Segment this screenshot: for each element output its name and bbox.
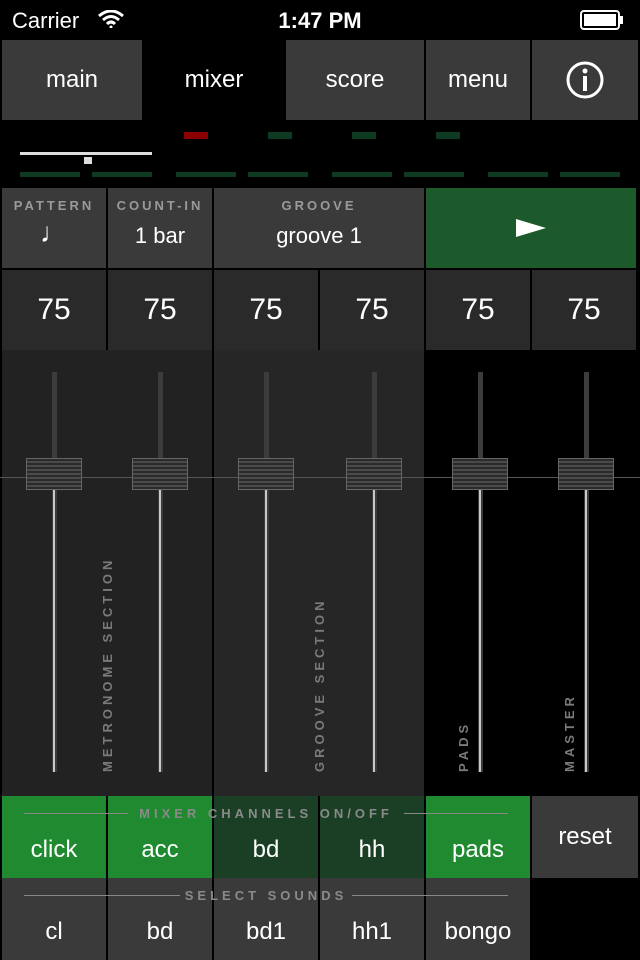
channel-toggle-click[interactable]: click — [2, 796, 106, 878]
meter-segment — [92, 172, 152, 177]
battery-icon — [580, 10, 623, 30]
tab-score[interactable]: score — [286, 40, 424, 120]
tab-main-label: main — [45, 66, 99, 93]
reset-button[interactable]: reset — [532, 796, 638, 878]
caption-divider — [404, 813, 508, 814]
pattern-caption: PATTERN — [13, 198, 95, 213]
sound-select-label: bd1 — [245, 918, 287, 945]
sound-select-label: bongo — [444, 918, 512, 945]
count-in-selector[interactable]: COUNT-IN 1 bar — [108, 188, 212, 268]
position-slider-thumb[interactable] — [84, 157, 92, 164]
fader-fill-master — [585, 490, 587, 772]
select-sounds-caption: SELECT SOUNDS — [184, 888, 348, 903]
pattern-selector[interactable]: PATTERN ♩ — [2, 188, 106, 268]
meter-segment — [176, 172, 236, 177]
caption-divider — [24, 895, 180, 896]
beat-indicator — [268, 132, 292, 139]
sound-select-bongo[interactable]: bongo — [426, 878, 530, 960]
beat-indicator — [436, 132, 460, 139]
meter-segment — [404, 172, 464, 177]
unity-line — [0, 477, 640, 478]
master-label: MASTER — [562, 693, 577, 772]
count-in-value: 1 bar — [134, 223, 186, 248]
fader-fill-click — [53, 490, 55, 772]
meter-segment — [332, 172, 392, 177]
fader-fill-acc — [159, 490, 161, 772]
sound-select-label: bd — [146, 918, 174, 945]
pads-label: PADS — [456, 720, 471, 772]
channel-toggle-label: click — [30, 836, 78, 863]
fader-knob-hh[interactable] — [346, 458, 402, 490]
play-icon — [516, 219, 546, 237]
info-button[interactable] — [532, 40, 638, 120]
beat-indicator-active — [184, 132, 208, 139]
caption-divider — [352, 895, 508, 896]
tab-main[interactable]: main — [2, 40, 142, 120]
fader-knob-master[interactable] — [558, 458, 614, 490]
level-value-acc: 75 — [108, 270, 212, 350]
groove-selector[interactable]: GROOVE groove 1 — [214, 188, 424, 268]
fader-knob-bd[interactable] — [238, 458, 294, 490]
meter-segment — [488, 172, 548, 177]
level-value-hh: 75 — [320, 270, 424, 350]
metronome-section-label: METRONOME SECTION — [100, 556, 115, 772]
channel-toggle-pads[interactable]: pads — [426, 796, 530, 878]
groove-caption: GROOVE — [281, 198, 357, 213]
fader-fill-hh — [373, 490, 375, 772]
tab-menu[interactable]: menu — [426, 40, 530, 120]
level-value-master: 75 — [532, 270, 636, 350]
sound-select-label: cl — [45, 918, 63, 945]
caption-divider — [24, 813, 128, 814]
info-icon — [566, 61, 604, 99]
channel-toggle-label: hh — [358, 836, 386, 863]
sound-select-label: hh1 — [351, 918, 393, 945]
clock: 1:47 PM — [278, 8, 362, 33]
beat-indicator — [352, 132, 376, 139]
level-value-click: 75 — [2, 270, 106, 350]
fader-fill-bd — [265, 490, 267, 772]
tab-mixer[interactable]: mixer — [144, 40, 284, 120]
groove-value: groove 1 — [276, 223, 362, 248]
tab-score-label: score — [325, 66, 385, 93]
meter-segment — [560, 172, 620, 177]
mixer-channels-caption: MIXER CHANNELS ON/OFF — [139, 806, 393, 821]
channel-toggle-label: pads — [451, 836, 505, 863]
channel-toggle-label: bd — [252, 836, 280, 863]
fader-knob-click[interactable] — [26, 458, 82, 490]
count-in-caption: COUNT-IN — [116, 198, 204, 213]
level-value-pads: 75 — [426, 270, 530, 350]
channel-toggle-label: acc — [141, 836, 179, 863]
meter-segment — [248, 172, 308, 177]
fader-fill-pads — [479, 490, 481, 772]
reset-label: reset — [558, 823, 612, 850]
play-button[interactable] — [426, 188, 636, 268]
level-value-bd: 75 — [214, 270, 318, 350]
position-slider-track[interactable] — [20, 152, 152, 155]
sound-select-cl[interactable]: cl — [2, 878, 106, 960]
fader-knob-acc[interactable] — [132, 458, 188, 490]
tab-mixer-label: mixer — [184, 66, 244, 93]
meter-segment — [20, 172, 80, 177]
tab-menu-label: menu — [447, 66, 509, 93]
fader-knob-pads[interactable] — [452, 458, 508, 490]
groove-section-label: GROOVE SECTION — [312, 597, 327, 772]
pattern-value: ♩ — [40, 217, 68, 248]
status-bar: Carrier 1:47 PM — [0, 0, 640, 40]
